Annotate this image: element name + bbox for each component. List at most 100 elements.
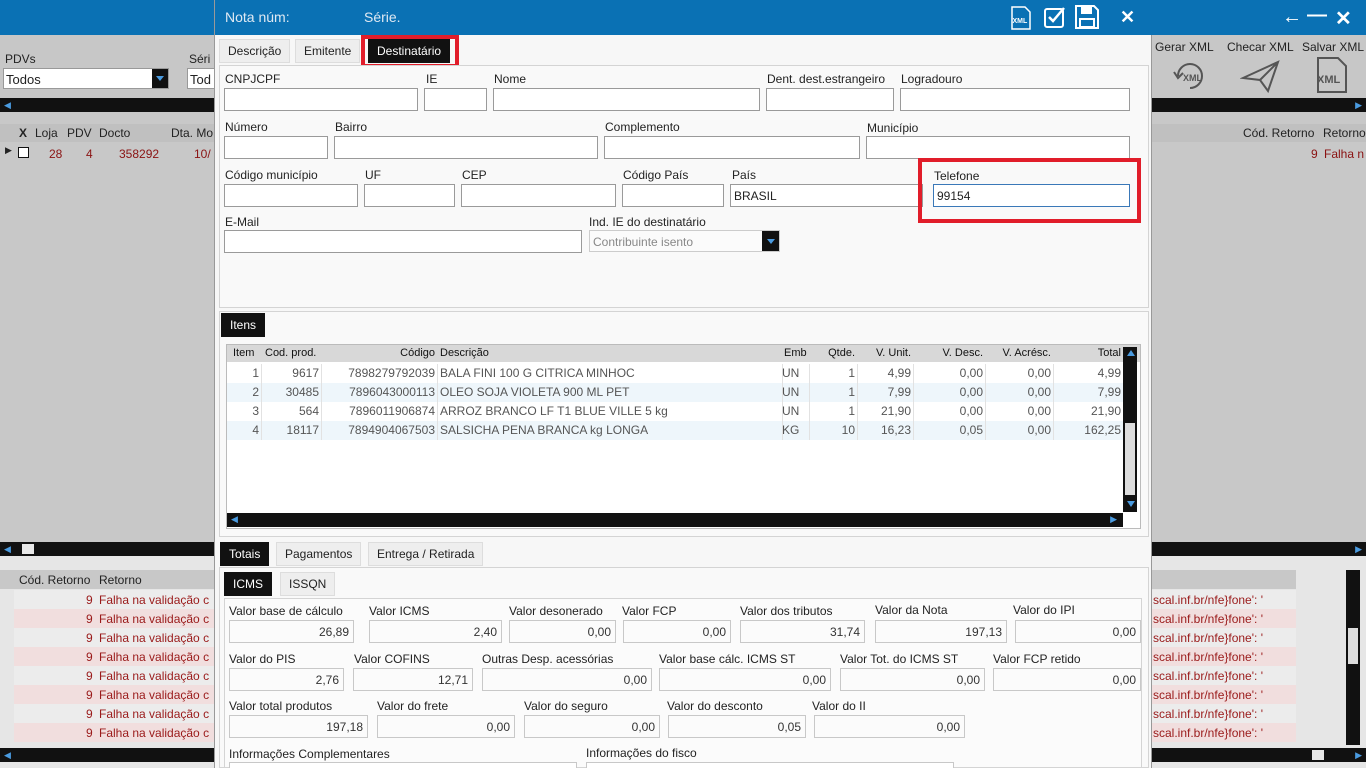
nome-label: Nome [494, 72, 527, 86]
ie-input[interactable] [424, 88, 487, 111]
salvar-xml-label[interactable]: Salvar XML [1302, 40, 1364, 54]
log-vertical-scrollbar[interactable] [1346, 570, 1360, 745]
close-icon[interactable]: ✕ [1120, 7, 1135, 28]
itens-row[interactable]: 1 9617 7898279792039 BALA FINI 100 G CITRIC… [227, 364, 1123, 383]
highlight-destinatario-tab [361, 35, 459, 68]
pdvs-select-value: Todos [6, 72, 41, 87]
tab-issqn[interactable]: ISSQN [280, 572, 336, 596]
itens-cell: UN [782, 385, 800, 399]
itens-row[interactable]: 3 564 7896011906874 ARROZ BRANCO LF T1 BLUE… [227, 402, 1123, 421]
fcp-retido-input[interactable] [993, 668, 1141, 691]
itens-cell: 21,90 [880, 404, 911, 418]
ii-input[interactable] [814, 715, 965, 738]
ind-ie-value: Contribuinte isento [593, 235, 694, 249]
tab-totais[interactable]: Totais [220, 542, 270, 566]
grid-header-cod-retorno: Cód. Retorno [1243, 126, 1315, 140]
save-icon[interactable] [1075, 5, 1099, 29]
municipio-input[interactable] [866, 136, 1130, 159]
serie-select[interactable]: Tod [187, 68, 217, 89]
highlight-telefone [918, 158, 1141, 223]
frete-input[interactable] [377, 715, 515, 738]
valor-nota-input[interactable] [875, 620, 1007, 643]
itens-cell: 0,00 [1027, 423, 1051, 437]
base-calculo-input[interactable] [229, 620, 354, 643]
grid-header-x: X [19, 126, 28, 140]
tab-emitente[interactable]: Emitente [295, 39, 361, 63]
info-complementares-textarea[interactable] [229, 762, 577, 768]
row-checkbox[interactable] [18, 147, 29, 158]
itens-header-cell: Código [400, 347, 435, 359]
ipi-input[interactable] [1015, 620, 1141, 643]
email-input[interactable] [224, 230, 582, 253]
valor-nota-label: Valor da Nota [875, 603, 948, 617]
minimize-button[interactable]: — [1307, 4, 1327, 27]
send-icon[interactable] [1240, 58, 1282, 94]
itens-cell: 3 [252, 404, 259, 418]
grid-header-pdv: PDV [67, 126, 92, 140]
outras-input[interactable] [482, 668, 652, 691]
itens-cell: 0,00 [1027, 404, 1051, 418]
cnpjcpf-input[interactable] [224, 88, 418, 111]
seguro-input[interactable] [524, 715, 660, 738]
itens-horizontal-scrollbar[interactable]: ◀ ▶ [227, 513, 1123, 527]
pais-input[interactable] [730, 184, 923, 207]
app-close-button[interactable]: ✕ [1335, 6, 1352, 31]
cofins-label: Valor COFINS [354, 652, 430, 666]
pis-input[interactable] [229, 668, 344, 691]
itens-cell: 564 [298, 404, 319, 418]
tab-itens[interactable]: Itens [221, 313, 266, 337]
gerar-xml-label[interactable]: Gerar XML [1155, 40, 1214, 54]
desonerado-input[interactable] [509, 620, 616, 643]
itens-vertical-scrollbar[interactable] [1123, 347, 1137, 512]
dialog-title-nota: Nota núm: [225, 9, 290, 25]
pdvs-select[interactable]: Todos [3, 68, 169, 89]
ind-ie-select[interactable]: Contribuinte isento [589, 230, 780, 252]
chevron-down-icon[interactable] [762, 231, 779, 251]
grid-header-dta: Dta. Mo [171, 126, 214, 140]
base-st-input[interactable] [659, 668, 831, 691]
tab-entrega-retirada[interactable]: Entrega / Retirada [368, 542, 484, 566]
log-cod: 9 [86, 726, 93, 740]
codigo-pais-input[interactable] [622, 184, 724, 207]
logradouro-input[interactable] [900, 88, 1130, 111]
save-xml-icon[interactable]: XML [1312, 56, 1352, 94]
refresh-xml-icon[interactable]: XML [1170, 58, 1210, 94]
itens-cell: 30485 [285, 385, 319, 399]
bairro-input[interactable] [334, 136, 598, 159]
total-produtos-input[interactable] [229, 715, 368, 738]
back-button[interactable]: ← [1282, 6, 1302, 29]
tributos-input[interactable] [740, 620, 865, 643]
codigo-municipio-input[interactable] [224, 184, 358, 207]
tot-icms-st-input[interactable] [840, 668, 985, 691]
cep-input[interactable] [461, 184, 616, 207]
tab-icms[interactable]: ICMS [224, 572, 272, 596]
desconto-input[interactable] [668, 715, 806, 738]
itens-grid: Item Cod. prod. Código Descrição Emb Qtde. V. … [226, 344, 1141, 529]
nome-input[interactable] [493, 88, 760, 111]
fcp-input[interactable] [623, 620, 731, 643]
itens-cell: 1 [848, 366, 855, 380]
chevron-down-icon[interactable] [152, 69, 168, 88]
itens-row[interactable]: 4 18117 7894904067503 SALSICHA PENA BRANCA … [227, 421, 1123, 440]
xml-file-icon[interactable]: XML [1010, 6, 1032, 30]
complemento-input[interactable] [604, 136, 860, 159]
grid-cell-cod: 9 [1311, 147, 1318, 161]
tab-descricao[interactable]: Descrição [219, 39, 291, 63]
uf-input[interactable] [364, 184, 455, 207]
tab-pagamentos[interactable]: Pagamentos [276, 542, 362, 566]
ipi-label: Valor do IPI [1013, 603, 1075, 617]
itens-row[interactable]: 2 30485 7896043000113 OLEO SOJA VIOLETA 900… [227, 383, 1123, 402]
seguro-label: Valor do seguro [524, 699, 608, 713]
itens-header-cell: Descrição [440, 347, 489, 359]
info-fisco-textarea[interactable] [586, 762, 954, 768]
checar-xml-label[interactable]: Checar XML [1227, 40, 1294, 54]
grid-cell-docto: 358292 [119, 147, 160, 161]
numero-input[interactable] [224, 136, 328, 159]
cofins-input[interactable] [353, 668, 473, 691]
valor-icms-input[interactable] [369, 620, 502, 643]
itens-cell: 0,00 [959, 366, 983, 380]
itens-cell: 9617 [292, 366, 319, 380]
check-icon[interactable] [1044, 6, 1066, 28]
grid-header-retorno: Retorno [1323, 126, 1366, 140]
ident-estrangeiro-input[interactable] [766, 88, 894, 111]
